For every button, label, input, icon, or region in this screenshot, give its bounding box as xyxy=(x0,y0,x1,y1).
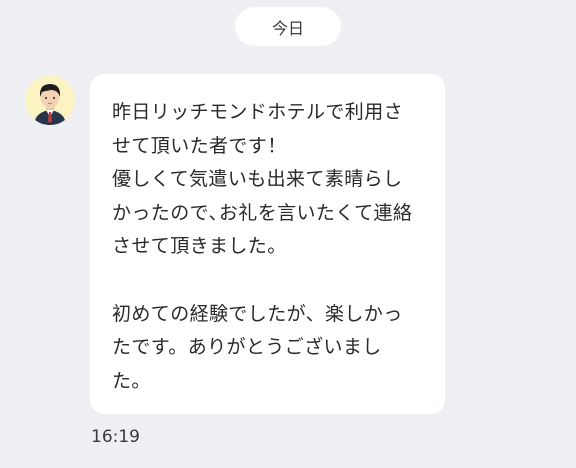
message-line: かったので､お礼を言いたくて連絡 xyxy=(112,201,413,224)
sender-avatar[interactable] xyxy=(25,75,75,125)
message-line: 初めての経験でしたが、楽しかっ xyxy=(112,302,403,325)
message-bubble[interactable]: 昨日リッチモンドホテルで利用さ せて頂いた者です！ 優しくて気遣いも出来て素晴ら… xyxy=(90,74,445,414)
date-divider: 今日 xyxy=(235,7,341,46)
message-line: させて頂きました。 xyxy=(112,235,287,258)
person-in-suit-icon xyxy=(34,84,66,125)
message-timestamp: 16:19 xyxy=(91,427,140,447)
message-line: たです。ありがとうございまし xyxy=(112,336,382,359)
message-line: た。 xyxy=(112,369,151,392)
message-line: 昨日リッチモンドホテルで利用さ xyxy=(112,101,404,123)
message-line: せて頂いた者です！ xyxy=(112,134,287,157)
message-line: 優しくて気遣いも出来て素晴らし xyxy=(112,168,403,191)
date-divider-label: 今日 xyxy=(271,18,304,38)
